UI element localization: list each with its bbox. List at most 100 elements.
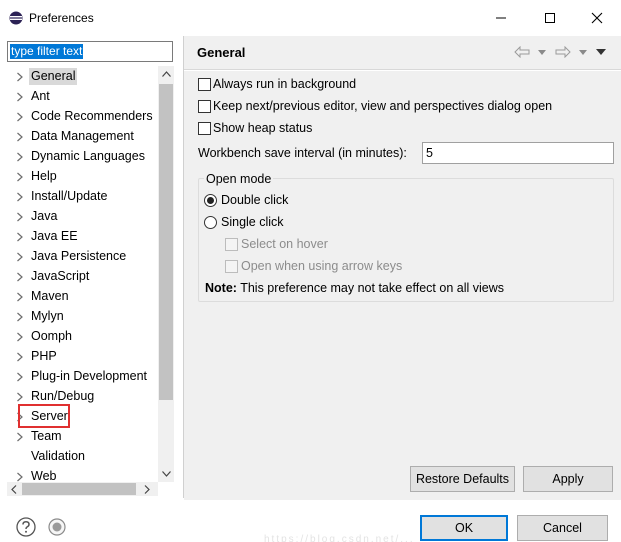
chevron-right-icon[interactable] xyxy=(16,71,24,82)
chevron-right-icon[interactable] xyxy=(16,211,24,222)
select-on-hover-checkbox[interactable] xyxy=(225,238,238,251)
tree-item-java[interactable]: Java xyxy=(0,206,158,226)
chevron-right-icon[interactable] xyxy=(16,231,24,242)
tree-item-general[interactable]: General xyxy=(0,66,158,86)
chevron-down-icon xyxy=(579,49,587,55)
filter-text-selected: type filter text xyxy=(10,44,84,59)
tree-item-dynamic-languages[interactable]: Dynamic Languages xyxy=(0,146,158,166)
chevron-right-icon[interactable] xyxy=(16,91,24,102)
view-menu-button[interactable] xyxy=(594,44,608,60)
maximize-button[interactable] xyxy=(536,6,564,30)
tree-item-help[interactable]: Help xyxy=(0,166,158,186)
tree-item-label: Data Management xyxy=(31,129,134,143)
double-click-radio[interactable] xyxy=(204,194,217,207)
scroll-left-icon[interactable] xyxy=(7,482,21,496)
tree-item-label: Ant xyxy=(31,89,50,103)
server-highlight-box xyxy=(18,404,70,428)
cancel-button[interactable]: Cancel xyxy=(517,515,608,541)
chevron-right-icon[interactable] xyxy=(16,131,24,142)
double-click-label[interactable]: Double click xyxy=(221,193,288,208)
ok-button[interactable]: OK xyxy=(420,515,508,541)
always-run-background-label[interactable]: Always run in background xyxy=(213,77,356,92)
tree-item-javascript[interactable]: JavaScript xyxy=(0,266,158,286)
tree-item-java-ee[interactable]: Java EE xyxy=(0,226,158,246)
back-history-menu[interactable] xyxy=(536,44,548,60)
tree-item-label: JavaScript xyxy=(31,269,90,283)
tree-item-label: General xyxy=(29,68,78,85)
back-arrow-icon xyxy=(514,46,530,58)
tree-hscroll-thumb[interactable] xyxy=(22,483,136,495)
chevron-down-icon xyxy=(596,49,606,55)
chevron-right-icon[interactable] xyxy=(16,471,24,482)
apply-button[interactable]: Apply xyxy=(523,466,613,492)
always-run-background-checkbox[interactable] xyxy=(198,78,211,91)
tree-item-label: Oomph xyxy=(31,329,72,343)
help-icon[interactable] xyxy=(16,517,36,537)
tree-item-label: Run/Debug xyxy=(31,389,95,403)
chevron-right-icon[interactable] xyxy=(16,151,24,162)
open-arrow-keys-label: Open when using arrow keys xyxy=(241,259,403,273)
tree-item-label: Maven xyxy=(31,289,69,303)
tree-item-label: Plug-in Development xyxy=(31,369,148,383)
chevron-right-icon[interactable] xyxy=(16,291,24,302)
tree-item-label: PHP xyxy=(31,349,57,363)
show-heap-status-checkbox[interactable] xyxy=(198,122,211,135)
tree-item-validation[interactable]: Validation xyxy=(0,446,158,466)
keep-next-previous-checkbox[interactable] xyxy=(198,100,211,113)
chevron-right-icon[interactable] xyxy=(16,431,24,442)
chevron-right-icon[interactable] xyxy=(16,171,24,182)
watermark-text: https://blog.csdn.net/... xyxy=(264,534,415,542)
chevron-right-icon[interactable] xyxy=(16,331,24,342)
tree-item-oomph[interactable]: Oomph xyxy=(0,326,158,346)
maximize-icon xyxy=(545,13,555,23)
back-button[interactable] xyxy=(512,44,532,60)
single-click-label[interactable]: Single click xyxy=(221,215,284,230)
scroll-down-icon[interactable] xyxy=(158,466,174,482)
tree-item-java-persistence[interactable]: Java Persistence xyxy=(0,246,158,266)
tree-item-label: Mylyn xyxy=(31,309,64,323)
tree-item-run-debug[interactable]: Run/Debug xyxy=(0,386,158,406)
chevron-right-icon[interactable] xyxy=(16,351,24,362)
note-bold: Note: xyxy=(205,281,237,295)
show-heap-status-label[interactable]: Show heap status xyxy=(213,121,312,136)
workbench-interval-input[interactable] xyxy=(422,142,614,164)
note-text: Note: This preference may not take effec… xyxy=(205,281,504,296)
forward-button[interactable] xyxy=(553,44,573,60)
restore-defaults-button[interactable]: Restore Defaults xyxy=(410,466,515,492)
keep-next-previous-label[interactable]: Keep next/previous editor, view and pers… xyxy=(213,99,552,114)
note-body: This preference may not take effect on a… xyxy=(236,281,504,295)
close-button[interactable] xyxy=(583,6,611,30)
chevron-right-icon[interactable] xyxy=(16,271,24,282)
tree-item-maven[interactable]: Maven xyxy=(0,286,158,306)
tree-item-mylyn[interactable]: Mylyn xyxy=(0,306,158,326)
scroll-up-icon[interactable] xyxy=(158,66,174,82)
chevron-right-icon[interactable] xyxy=(16,391,24,402)
tree-item-code-recommenders[interactable]: Code Recommenders xyxy=(0,106,158,126)
forward-history-menu[interactable] xyxy=(577,44,589,60)
tree-item-ant[interactable]: Ant xyxy=(0,86,158,106)
chevron-right-icon[interactable] xyxy=(16,111,24,122)
tree-item-label: Team xyxy=(31,429,62,443)
chevron-right-icon[interactable] xyxy=(16,371,24,382)
open-arrow-keys-checkbox[interactable] xyxy=(225,260,238,273)
tree-item-label: Help xyxy=(31,169,57,183)
tree-item-label: Dynamic Languages xyxy=(31,149,145,163)
select-on-hover-label: Select on hover xyxy=(241,237,328,251)
tree-item-install-update[interactable]: Install/Update xyxy=(0,186,158,206)
single-click-radio[interactable] xyxy=(204,216,217,229)
chevron-right-icon[interactable] xyxy=(16,311,24,322)
chevron-right-icon[interactable] xyxy=(16,251,24,262)
minimize-button[interactable] xyxy=(487,6,515,30)
workbench-interval-label: Workbench save interval (in minutes): xyxy=(198,146,407,160)
chevron-right-icon[interactable] xyxy=(16,191,24,202)
close-icon xyxy=(591,12,603,24)
tree-item-plug-in-development[interactable]: Plug-in Development xyxy=(0,366,158,386)
tree-item-team[interactable]: Team xyxy=(0,426,158,446)
scroll-right-icon[interactable] xyxy=(140,482,154,496)
tree-item-label: Validation xyxy=(31,449,85,463)
tree-scroll-thumb[interactable] xyxy=(159,84,173,400)
import-export-prefs-icon[interactable] xyxy=(48,518,66,536)
tree-item-data-management[interactable]: Data Management xyxy=(0,126,158,146)
tree-item-php[interactable]: PHP xyxy=(0,346,158,366)
tree-item-label: Java Persistence xyxy=(31,249,127,263)
